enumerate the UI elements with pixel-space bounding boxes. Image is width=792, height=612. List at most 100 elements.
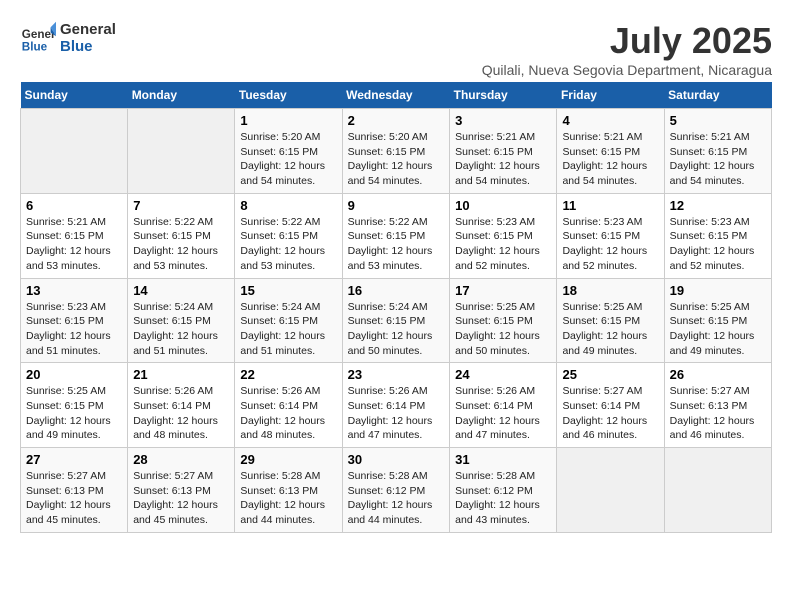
weekday-header: Friday: [557, 82, 664, 109]
calendar-cell: 8 Sunrise: 5:22 AMSunset: 6:15 PMDaylight…: [235, 193, 342, 278]
day-number: 22: [240, 367, 336, 382]
calendar-table: SundayMondayTuesdayWednesdayThursdayFrid…: [20, 82, 772, 533]
day-number: 15: [240, 283, 336, 298]
cell-info: Sunrise: 5:25 AMSunset: 6:15 PMDaylight:…: [562, 300, 658, 359]
cell-info: Sunrise: 5:25 AMSunset: 6:15 PMDaylight:…: [26, 384, 122, 443]
cell-info: Sunrise: 5:26 AMSunset: 6:14 PMDaylight:…: [240, 384, 336, 443]
day-number: 25: [562, 367, 658, 382]
calendar-week-row: 20 Sunrise: 5:25 AMSunset: 6:15 PMDayligh…: [21, 363, 772, 448]
calendar-cell: 6 Sunrise: 5:21 AMSunset: 6:15 PMDaylight…: [21, 193, 128, 278]
day-number: 16: [348, 283, 445, 298]
cell-info: Sunrise: 5:27 AMSunset: 6:13 PMDaylight:…: [26, 469, 122, 528]
day-number: 7: [133, 198, 229, 213]
title-block: July 2025 Quilali, Nueva Segovia Departm…: [482, 20, 772, 78]
weekday-header: Thursday: [450, 82, 557, 109]
cell-info: Sunrise: 5:21 AMSunset: 6:15 PMDaylight:…: [26, 215, 122, 274]
day-number: 2: [348, 113, 445, 128]
calendar-cell: [664, 448, 771, 533]
calendar-week-row: 6 Sunrise: 5:21 AMSunset: 6:15 PMDaylight…: [21, 193, 772, 278]
calendar-cell: 7Sunrise: 5:22 AMSunset: 6:15 PMDaylight…: [128, 193, 235, 278]
day-number: 19: [670, 283, 766, 298]
calendar-cell: 28 Sunrise: 5:27 AMSunset: 6:13 PMDayligh…: [128, 448, 235, 533]
calendar-cell: 27 Sunrise: 5:27 AMSunset: 6:13 PMDayligh…: [21, 448, 128, 533]
calendar-cell: 19 Sunrise: 5:25 AMSunset: 6:15 PMDayligh…: [664, 278, 771, 363]
calendar-cell: 17 Sunrise: 5:25 AMSunset: 6:15 PMDayligh…: [450, 278, 557, 363]
calendar-cell: 13 Sunrise: 5:23 AMSunset: 6:15 PMDayligh…: [21, 278, 128, 363]
cell-info: Sunrise: 5:26 AMSunset: 6:14 PMDaylight:…: [455, 384, 551, 443]
calendar-cell: 1 Sunrise: 5:20 AMSunset: 6:15 PMDaylight…: [235, 109, 342, 194]
cell-info: Sunrise: 5:26 AMSunset: 6:14 PMDaylight:…: [348, 384, 445, 443]
day-number: 29: [240, 452, 336, 467]
logo: General Blue General Blue: [20, 20, 116, 56]
month-title: July 2025: [482, 20, 772, 62]
day-number: 20: [26, 367, 122, 382]
day-number: 21: [133, 367, 229, 382]
day-number: 1: [240, 113, 336, 128]
weekday-header: Wednesday: [342, 82, 450, 109]
cell-info: Sunrise: 5:21 AMSunset: 6:15 PMDaylight:…: [562, 130, 658, 189]
cell-info: Sunrise: 5:21 AMSunset: 6:15 PMDaylight:…: [670, 130, 766, 189]
cell-info: Sunrise: 5:24 AMSunset: 6:15 PMDaylight:…: [240, 300, 336, 359]
calendar-cell: 15 Sunrise: 5:24 AMSunset: 6:15 PMDayligh…: [235, 278, 342, 363]
logo-blue: Blue: [60, 38, 116, 55]
cell-info: Sunrise: 5:25 AMSunset: 6:15 PMDaylight:…: [455, 300, 551, 359]
calendar-week-row: 13 Sunrise: 5:23 AMSunset: 6:15 PMDayligh…: [21, 278, 772, 363]
calendar-cell: 14Sunrise: 5:24 AMSunset: 6:15 PMDayligh…: [128, 278, 235, 363]
logo-general: General: [60, 21, 116, 38]
cell-info: Sunrise: 5:22 AMSunset: 6:15 PMDaylight:…: [348, 215, 445, 274]
calendar-cell: 29 Sunrise: 5:28 AMSunset: 6:13 PMDayligh…: [235, 448, 342, 533]
calendar-cell: [128, 109, 235, 194]
day-number: 30: [348, 452, 445, 467]
day-number: 27: [26, 452, 122, 467]
cell-info: Sunrise: 5:27 AMSunset: 6:13 PMDaylight:…: [133, 469, 229, 528]
day-number: 5: [670, 113, 766, 128]
day-number: 18: [562, 283, 658, 298]
calendar-cell: 5 Sunrise: 5:21 AMSunset: 6:15 PMDaylight…: [664, 109, 771, 194]
cell-info: Sunrise: 5:27 AMSunset: 6:13 PMDaylight:…: [670, 384, 766, 443]
day-number: 8: [240, 198, 336, 213]
day-number: 12: [670, 198, 766, 213]
day-number: 13: [26, 283, 122, 298]
cell-info: Sunrise: 5:28 AMSunset: 6:12 PMDaylight:…: [348, 469, 445, 528]
svg-text:Blue: Blue: [22, 41, 48, 54]
day-number: 28: [133, 452, 229, 467]
cell-info: Sunrise: 5:28 AMSunset: 6:13 PMDaylight:…: [240, 469, 336, 528]
weekday-header: Sunday: [21, 82, 128, 109]
day-number: 9: [348, 198, 445, 213]
cell-info: Sunrise: 5:23 AMSunset: 6:15 PMDaylight:…: [455, 215, 551, 274]
day-number: 31: [455, 452, 551, 467]
page-header: General Blue General Blue July 2025 Quil…: [20, 20, 772, 78]
day-number: 6: [26, 198, 122, 213]
calendar-cell: 22 Sunrise: 5:26 AMSunset: 6:14 PMDayligh…: [235, 363, 342, 448]
calendar-cell: 21 Sunrise: 5:26 AMSunset: 6:14 PMDayligh…: [128, 363, 235, 448]
calendar-week-row: 1 Sunrise: 5:20 AMSunset: 6:15 PMDaylight…: [21, 109, 772, 194]
calendar-cell: 20 Sunrise: 5:25 AMSunset: 6:15 PMDayligh…: [21, 363, 128, 448]
calendar-cell: 12 Sunrise: 5:23 AMSunset: 6:15 PMDayligh…: [664, 193, 771, 278]
cell-info: Sunrise: 5:20 AMSunset: 6:15 PMDaylight:…: [240, 130, 336, 189]
calendar-cell: 4 Sunrise: 5:21 AMSunset: 6:15 PMDaylight…: [557, 109, 664, 194]
day-number: 14: [133, 283, 229, 298]
weekday-header: Monday: [128, 82, 235, 109]
calendar-cell: 18 Sunrise: 5:25 AMSunset: 6:15 PMDayligh…: [557, 278, 664, 363]
logo-icon: General Blue: [20, 20, 56, 56]
day-number: 4: [562, 113, 658, 128]
calendar-week-row: 27 Sunrise: 5:27 AMSunset: 6:13 PMDayligh…: [21, 448, 772, 533]
calendar-cell: 26 Sunrise: 5:27 AMSunset: 6:13 PMDayligh…: [664, 363, 771, 448]
cell-info: Sunrise: 5:23 AMSunset: 6:15 PMDaylight:…: [670, 215, 766, 274]
cell-info: Sunrise: 5:20 AMSunset: 6:15 PMDaylight:…: [348, 130, 445, 189]
calendar-cell: 16Sunrise: 5:24 AMSunset: 6:15 PMDayligh…: [342, 278, 450, 363]
cell-info: Sunrise: 5:23 AMSunset: 6:15 PMDaylight:…: [26, 300, 122, 359]
day-number: 17: [455, 283, 551, 298]
cell-info: Sunrise: 5:27 AMSunset: 6:14 PMDaylight:…: [562, 384, 658, 443]
weekday-header: Saturday: [664, 82, 771, 109]
calendar-cell: 3Sunrise: 5:21 AMSunset: 6:15 PMDaylight…: [450, 109, 557, 194]
calendar-cell: 10 Sunrise: 5:23 AMSunset: 6:15 PMDayligh…: [450, 193, 557, 278]
cell-info: Sunrise: 5:25 AMSunset: 6:15 PMDaylight:…: [670, 300, 766, 359]
cell-info: Sunrise: 5:22 AMSunset: 6:15 PMDaylight:…: [240, 215, 336, 274]
calendar-cell: 25 Sunrise: 5:27 AMSunset: 6:14 PMDayligh…: [557, 363, 664, 448]
cell-info: Sunrise: 5:28 AMSunset: 6:12 PMDaylight:…: [455, 469, 551, 528]
cell-info: Sunrise: 5:26 AMSunset: 6:14 PMDaylight:…: [133, 384, 229, 443]
calendar-cell: 31 Sunrise: 5:28 AMSunset: 6:12 PMDayligh…: [450, 448, 557, 533]
day-number: 26: [670, 367, 766, 382]
day-number: 10: [455, 198, 551, 213]
